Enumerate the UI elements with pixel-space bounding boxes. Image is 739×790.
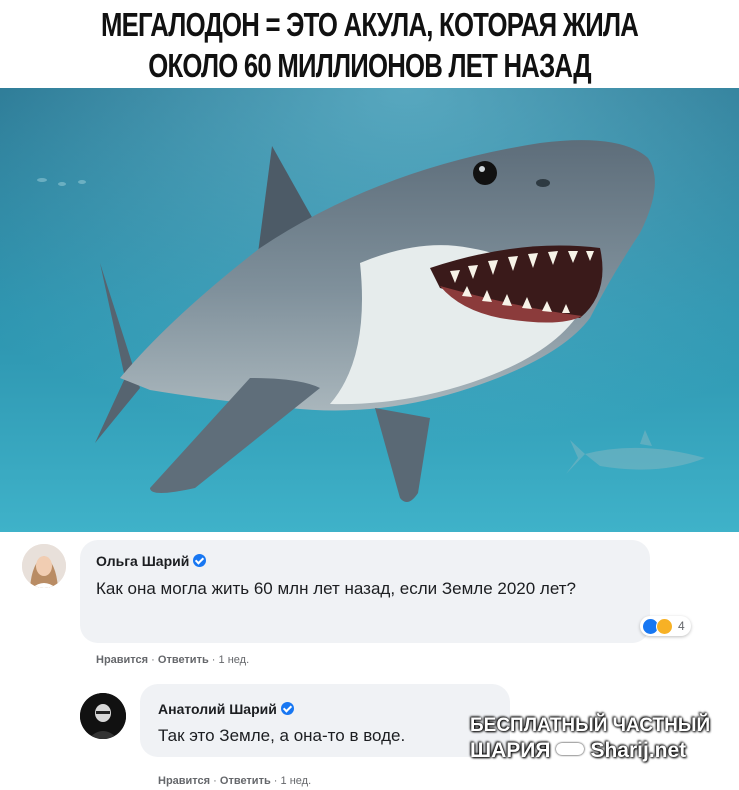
author-name[interactable]: Ольга Шарий: [96, 553, 189, 569]
megalodon-photo: [0, 88, 739, 532]
comment-text-anatoly: Так это Земле, а она-то в воде.: [158, 726, 406, 745]
comment-time[interactable]: 1 нед.: [219, 654, 250, 666]
watermark-site: Sharij.net: [590, 739, 687, 762]
verified-badge-icon: [280, 702, 294, 715]
comment-actions-olga: Нравится · Ответить · 1 нед.: [96, 654, 249, 666]
comment-time[interactable]: 1 нед.: [281, 775, 312, 787]
headline-line-1: МЕГАЛОДОН = ЭТО АКУЛА, КОТОРАЯ ЖИЛА: [100, 6, 639, 43]
avatar-olga[interactable]: [22, 544, 66, 588]
separator-dot: ·: [151, 654, 158, 666]
haha-reaction-icon: [656, 617, 673, 635]
watermark-brand: ШАРИЯ: [470, 739, 551, 762]
reaction-summary[interactable]: 4: [640, 616, 691, 636]
pointing-hand-icon: [556, 743, 585, 755]
comment-author-olga[interactable]: Ольга Шарий: [96, 553, 207, 569]
underwater-shark-illustration: [0, 88, 739, 532]
verified-badge-icon: [193, 554, 207, 567]
watermark-line-2: ШАРИЯ Sharij.net: [470, 739, 730, 763]
avatar-portrait-icon: [22, 544, 66, 588]
author-name[interactable]: Анатолий Шарий: [158, 701, 277, 717]
avatar-portrait-icon: [80, 693, 126, 739]
like-link[interactable]: Нравится: [96, 654, 148, 666]
headline-line-2: ОКОЛО 60 МИЛЛИОНОВ ЛЕТ НАЗАД: [148, 47, 591, 84]
comment-author-anatoly[interactable]: Анатолий Шарий: [158, 701, 294, 717]
comment-actions-anatoly: Нравится · Ответить · 1 нед.: [158, 775, 311, 787]
reaction-count: 4: [678, 619, 685, 633]
meme-headline: МЕГАЛОДОН = ЭТО АКУЛА, КОТОРАЯ ЖИЛА ОКОЛ…: [0, 0, 739, 88]
separator-dot: ·: [211, 654, 219, 666]
watermark-line-1: БЕСПЛАТНЫЙ ЧАСТНЫЙ: [470, 715, 711, 736]
watermark: БЕСПЛАТНЫЙ ЧАСТНЫЙ ШАРИЯ Sharij.net: [470, 715, 730, 763]
comment-text-olga: Как она могла жить 60 млн лет назад, есл…: [96, 579, 576, 598]
avatar-anatoly[interactable]: [80, 693, 126, 739]
reply-link[interactable]: Ответить: [220, 775, 271, 787]
like-link[interactable]: Нравится: [158, 775, 210, 787]
reply-link[interactable]: Ответить: [158, 654, 209, 666]
separator-dot: ·: [213, 775, 220, 787]
separator-dot: ·: [273, 775, 281, 787]
